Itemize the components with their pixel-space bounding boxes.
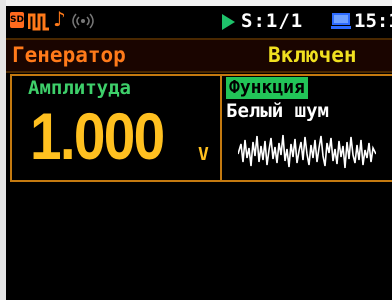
generator-title: Генератор bbox=[12, 43, 126, 67]
clock: 15:15 bbox=[354, 10, 392, 32]
pc-icon bbox=[331, 13, 351, 29]
play-icon bbox=[222, 14, 235, 30]
note-icon: ♪ bbox=[53, 7, 66, 31]
screen: SD ♪ S:1/1 15:15 Генератор Включен Ампли… bbox=[0, 0, 392, 300]
generator-state[interactable]: Включен bbox=[268, 42, 357, 68]
function-label[interactable]: Функция bbox=[226, 77, 308, 99]
status-bar: SD ♪ S:1/1 15:15 bbox=[6, 6, 392, 36]
function-value[interactable]: Белый шум bbox=[226, 98, 329, 124]
amplitude-value[interactable]: 1.000 bbox=[30, 92, 165, 180]
wireless-icon bbox=[72, 13, 94, 29]
amplitude-unit: V bbox=[198, 144, 209, 165]
white-noise-waveform-icon bbox=[238, 134, 376, 169]
generator-header[interactable]: Генератор Включен bbox=[6, 38, 392, 73]
sd-card-icon: SD bbox=[10, 12, 24, 28]
pulse-icon bbox=[28, 13, 49, 31]
storage-status: S:1/1 bbox=[241, 10, 304, 32]
